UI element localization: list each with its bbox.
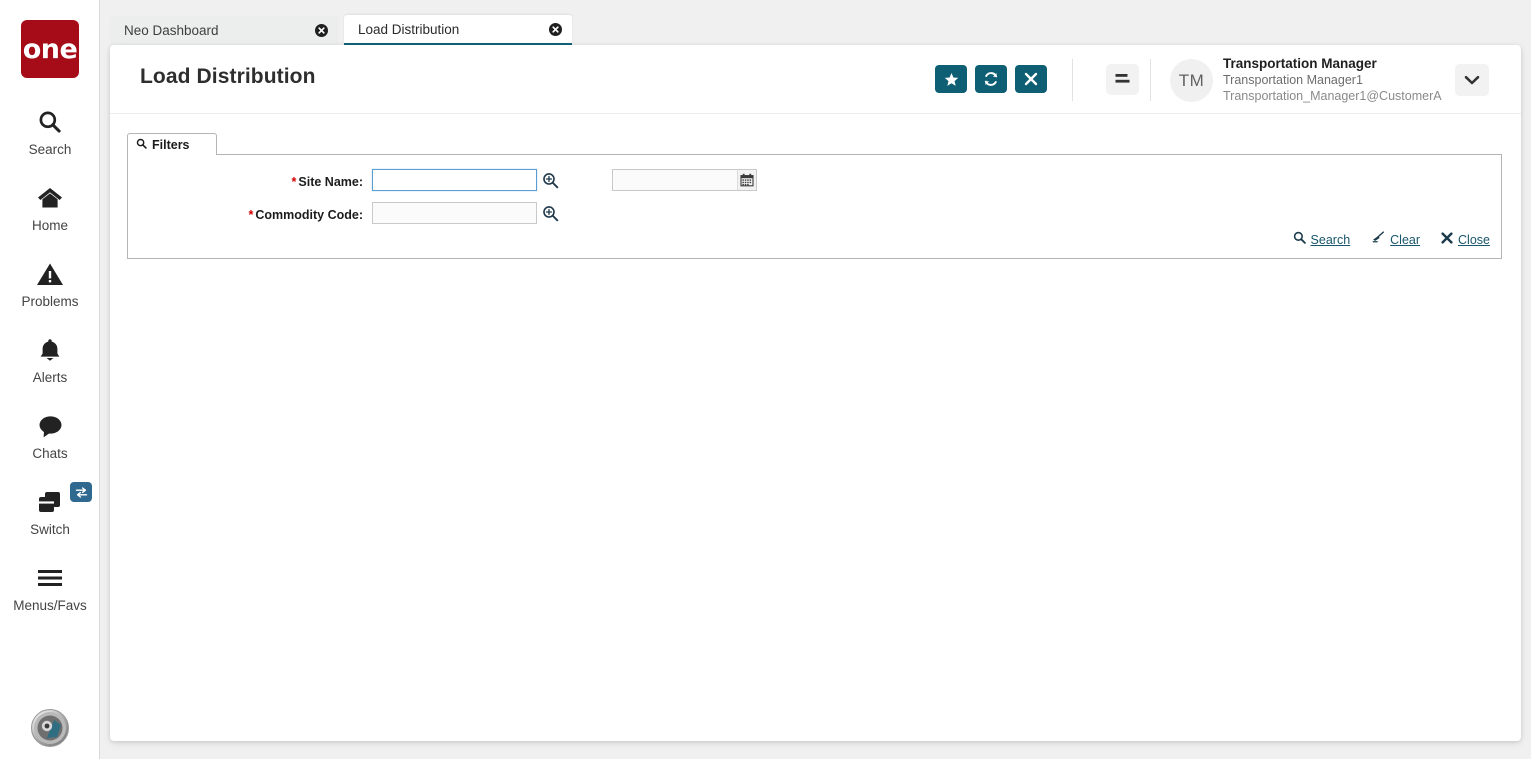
commodity-code-input[interactable] (372, 202, 537, 224)
filter-close-label: Close (1458, 233, 1490, 247)
user-account: Transportation_Manager1@CustomerA (1223, 89, 1442, 104)
filter-search-label: Search (1310, 233, 1351, 247)
calendar-icon[interactable] (737, 170, 756, 190)
tab-load-distribution[interactable]: Load Distribution (344, 15, 572, 45)
main-content-card: Load Distribution TM Transportation Mana… (110, 45, 1521, 741)
tab-label: Load Distribution (358, 21, 460, 37)
app-logo[interactable]: one (21, 20, 79, 78)
user-name: Transportation Manager1 (1223, 73, 1363, 88)
list-menu-icon (1115, 74, 1130, 83)
sidebar-label-switch: Switch (30, 522, 70, 537)
user-menu-dropdown-button[interactable] (1455, 64, 1489, 96)
site-name-label: * Site Name: (291, 175, 363, 189)
filter-clear-link[interactable]: Clear (1371, 231, 1420, 249)
sidebar-item-search[interactable]: Search (0, 105, 100, 157)
refresh-button[interactable] (975, 65, 1007, 93)
date-input[interactable] (612, 169, 757, 191)
tab-strip: Neo Dashboard Load Distribution (110, 15, 1521, 45)
star-icon (944, 72, 958, 86)
required-marker: * (248, 208, 254, 222)
bell-icon (37, 333, 63, 367)
page-title: Load Distribution (140, 65, 316, 88)
filters-zone: Filters *Site Name: *Date: (110, 114, 1521, 260)
filter-clear-label: Clear (1390, 233, 1421, 247)
sidebar-item-menus-favs[interactable]: Menus/Favs (0, 561, 100, 613)
close-circle-icon[interactable] (315, 24, 328, 37)
user-photo-avatar[interactable] (31, 709, 69, 747)
sidebar-item-alerts[interactable]: Alerts (0, 333, 100, 385)
sidebar-label-problems: Problems (21, 294, 79, 309)
refresh-icon (984, 72, 998, 86)
search-icon (136, 138, 147, 152)
filters-tab[interactable]: Filters (127, 133, 217, 155)
filters-tab-label: Filters (152, 137, 190, 152)
avatar-initials: TM (1178, 70, 1205, 90)
sidebar-label-menus-favs: Menus/Favs (13, 598, 87, 613)
hamburger-icon (36, 561, 64, 595)
sidebar-item-home[interactable]: Home (0, 181, 100, 233)
commodity-code-label: * Commodity Code: (248, 208, 363, 222)
sidebar-label-chats: Chats (32, 446, 68, 461)
sidebar-item-problems[interactable]: Problems (0, 257, 100, 309)
tab-label: Neo Dashboard (124, 23, 219, 38)
sidebar-item-switch[interactable]: Switch (0, 482, 100, 537)
filter-search-link[interactable]: Search (1293, 231, 1351, 249)
application-root: one Search Home Problems Alerts Chats Sw… (0, 0, 1531, 759)
app-logo-text: one (22, 33, 78, 65)
required-marker: * (291, 175, 297, 189)
x-icon (1441, 231, 1453, 249)
filters-panel: *Site Name: *Date: (127, 154, 1502, 259)
header-divider-left (1072, 59, 1073, 101)
sidebar-item-chats[interactable]: Chats (0, 409, 100, 461)
favorite-button[interactable] (935, 65, 967, 93)
user-role: Transportation Manager (1223, 56, 1377, 71)
x-icon (1024, 72, 1038, 86)
sidebar-label-alerts: Alerts (32, 370, 68, 385)
close-circle-icon[interactable] (549, 22, 562, 36)
chat-bubble-icon (37, 409, 64, 443)
tab-neo-dashboard[interactable]: Neo Dashboard (110, 16, 338, 45)
search-icon (1293, 231, 1306, 249)
avatar[interactable]: TM (1170, 59, 1213, 102)
search-icon (37, 105, 63, 139)
user-info: Transportation Manager Transportation Ma… (1223, 55, 1442, 104)
sidebar-label-search: Search (28, 142, 72, 157)
home-icon (36, 181, 64, 215)
filter-row-2: * Commodity Code: (128, 202, 1501, 230)
filter-actions: Search Clear Close (1293, 231, 1490, 249)
swap-arrows-icon[interactable] (70, 482, 92, 502)
chevron-down-icon (1464, 75, 1480, 85)
filter-close-link[interactable]: Close (1441, 231, 1490, 249)
site-name-input[interactable] (372, 169, 537, 191)
windows-stack-icon (36, 482, 92, 519)
sidebar-label-home: Home (31, 218, 68, 233)
close-page-button[interactable] (1015, 65, 1047, 93)
warning-triangle-icon (36, 257, 64, 291)
eraser-icon (1371, 231, 1385, 249)
lookup-icon[interactable] (541, 171, 559, 189)
lookup-icon[interactable] (541, 204, 559, 222)
filter-row-1: *Site Name: *Date: (128, 169, 1501, 197)
header-divider-right (1150, 59, 1151, 101)
page-header: Load Distribution TM Transportation Mana… (110, 45, 1521, 114)
left-nav-rail: one Search Home Problems Alerts Chats Sw… (0, 0, 100, 759)
page-menu-button[interactable] (1106, 64, 1139, 95)
